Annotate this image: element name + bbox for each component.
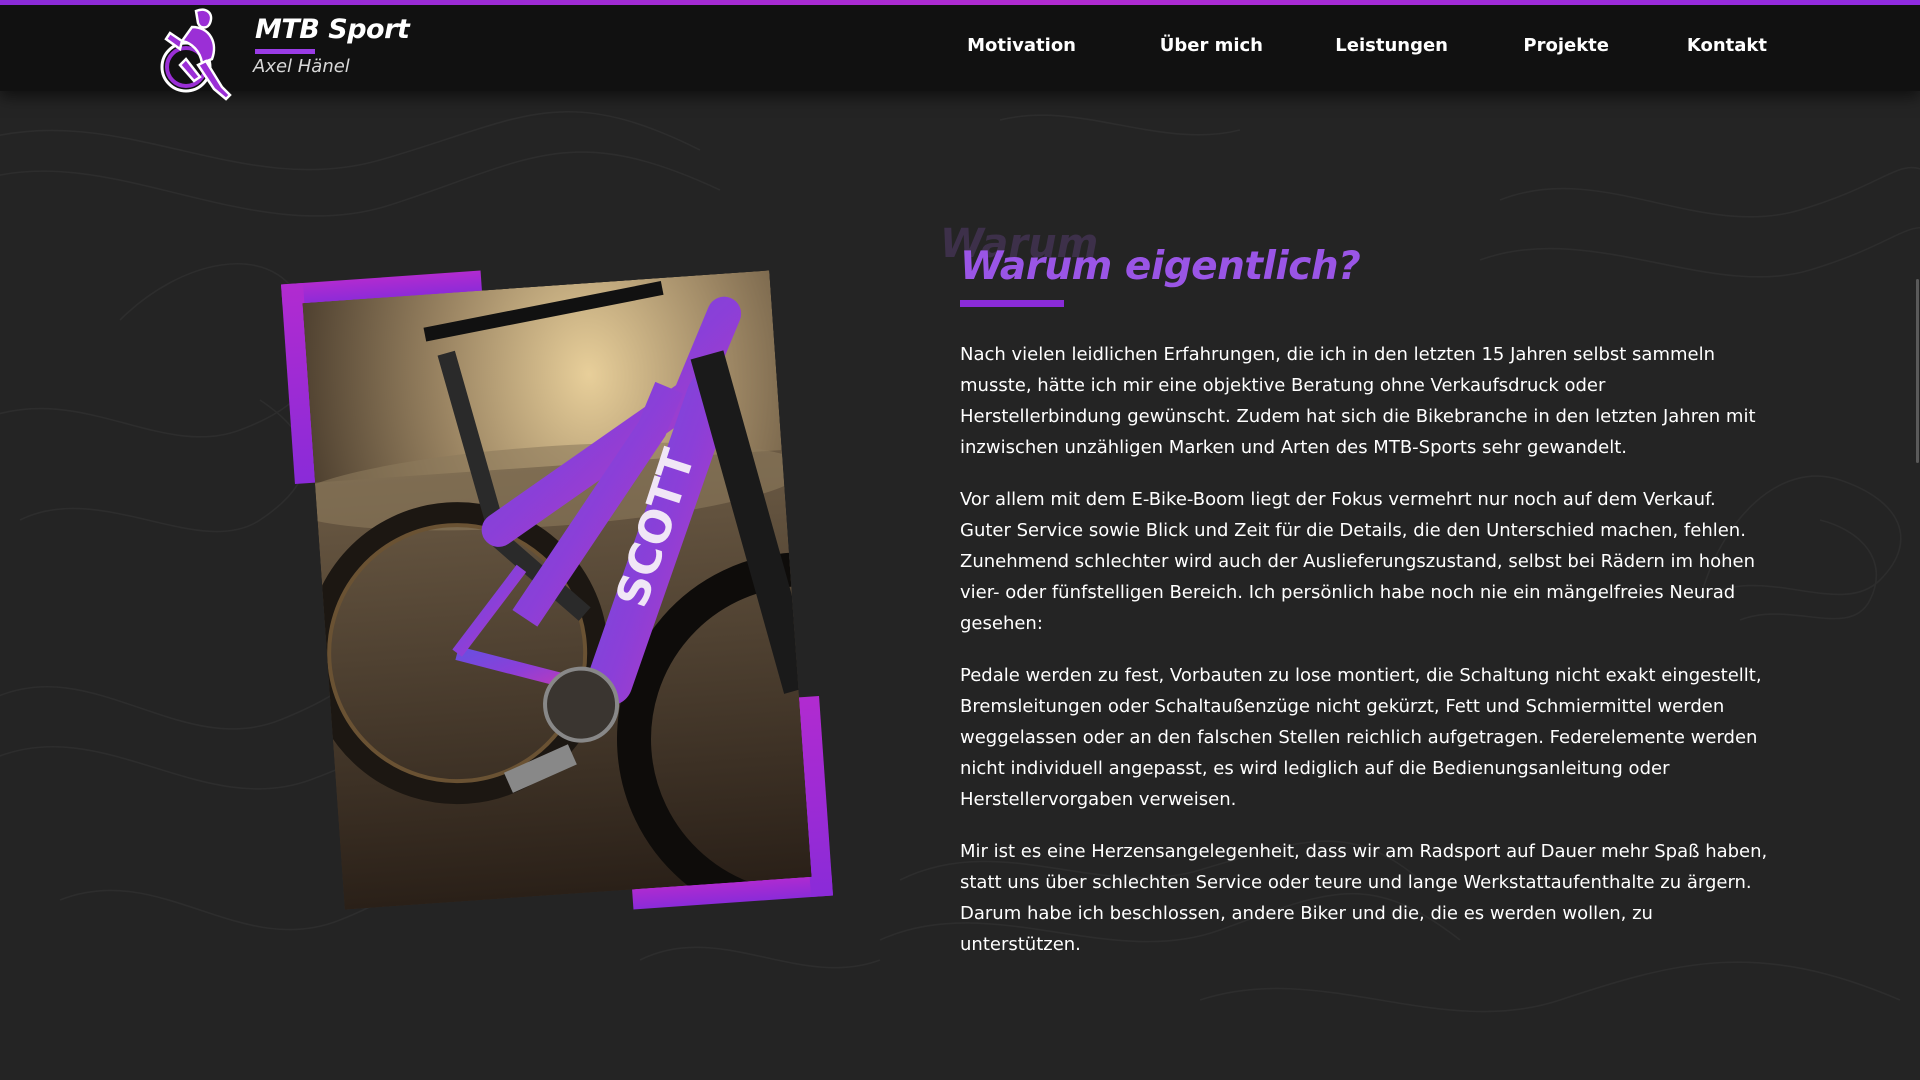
mountain-biker-logo-icon[interactable]: [152, 3, 238, 103]
brand-underline: [255, 49, 315, 54]
nav-item-motivation[interactable]: Motivation: [967, 35, 1076, 56]
scrollbar-thumb[interactable]: [1916, 279, 1919, 463]
site-header: MTB Sport Axel Hänel Motivation Über mic…: [0, 5, 1920, 91]
brand-title[interactable]: MTB Sport: [255, 14, 410, 45]
nav-item-ueber-mich[interactable]: Über mich: [1160, 35, 1263, 56]
bike-photo: SCOTT: [302, 270, 812, 910]
paragraph: Mir ist es eine Herzensangelegenheit, da…: [960, 841, 1768, 955]
heading-underline: [960, 300, 1064, 307]
nav-item-kontakt[interactable]: Kontakt: [1687, 35, 1767, 56]
top-accent-bar: [0, 0, 1920, 5]
nav-item-leistungen[interactable]: Leistungen: [1335, 35, 1448, 56]
nav-item-projekte[interactable]: Projekte: [1523, 35, 1609, 56]
paragraph: Nach vielen leidlichen Erfahrungen, die …: [960, 344, 1756, 458]
section-heading: Warum eigentlich?: [960, 244, 1361, 289]
paragraph: Pedale werden zu fest, Vorbauten zu lose…: [960, 665, 1762, 810]
page: MTB Sport Axel Hänel Motivation Über mic…: [0, 0, 1920, 1080]
brand-subtitle: Axel Hänel: [253, 56, 350, 77]
section-text: Nach vielen leidlichen Erfahrungen, die …: [960, 339, 1770, 981]
scrollbar[interactable]: [1912, 91, 1920, 1080]
bike-photo-frame: SCOTT: [281, 266, 833, 914]
paragraph: Vor allem mit dem E-Bike-Boom liegt der …: [960, 489, 1756, 634]
